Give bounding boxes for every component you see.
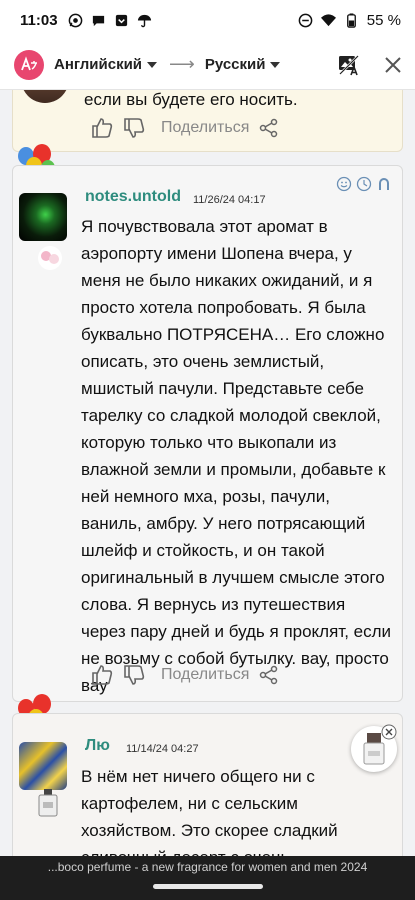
arrow-right-icon: ⟶ [169, 54, 195, 74]
review-date: 11/14/24 04:27 [126, 743, 199, 755]
status-time: 11:03 [20, 11, 58, 29]
battery-icon [346, 12, 356, 28]
review-text: Я почувствовала этот аромат в аэропорту … [81, 217, 392, 695]
reviews-page: если вы будете его носить. Поделиться no… [0, 90, 415, 856]
share-icon[interactable] [259, 118, 279, 138]
dnd-icon [298, 13, 313, 27]
review-text: если вы будете его носить. [84, 90, 298, 109]
translate-toolbar: Английский ⟶ Русский [0, 40, 415, 90]
share-icon[interactable] [259, 665, 279, 685]
review-date: 11/26/24 04:17 [193, 194, 266, 206]
battery-percent: 55 % [366, 11, 401, 29]
clock-icon [356, 176, 372, 192]
chevron-down-icon [147, 61, 158, 68]
review-text: В нём нет ничего общего ни с картофелем,… [81, 767, 338, 856]
umbrella-icon [137, 14, 151, 27]
thumbs-up-icon[interactable] [91, 664, 113, 686]
close-icon[interactable] [383, 55, 403, 75]
username[interactable]: Лю [85, 737, 110, 755]
share-label[interactable]: Поделиться [161, 666, 249, 684]
bottom-caption-bar: ...boco perfume - a new fragrance for wo… [0, 856, 415, 900]
whatsapp-icon [68, 13, 82, 27]
share-label[interactable]: Поделиться [161, 119, 249, 137]
target-language-select[interactable]: Русский [205, 56, 281, 73]
thumbs-down-icon[interactable] [123, 117, 145, 139]
avatar [21, 90, 69, 103]
thumbs-down-icon[interactable] [123, 664, 145, 686]
badge-icon [38, 246, 62, 270]
status-system-icons: 55 % [298, 12, 401, 29]
magnet-icon [379, 178, 389, 190]
thumbs-up-icon[interactable] [91, 117, 113, 139]
chevron-down-icon [270, 61, 281, 68]
review-actions: Поделиться [91, 117, 279, 139]
source-language-label: Английский [54, 56, 143, 73]
avatar[interactable] [19, 193, 67, 241]
review-card: если вы будете его носить. Поделиться [12, 90, 403, 152]
close-icon[interactable] [381, 724, 397, 740]
status-notification-icons [68, 13, 152, 28]
status-bar: 11:03 55 % [0, 0, 415, 40]
bottom-caption: ...boco perfume - a new fragrance for wo… [47, 860, 368, 874]
chat-icon [92, 15, 104, 26]
smile-icon [336, 176, 352, 192]
reaction-icons [336, 176, 392, 192]
translate-app-icon[interactable] [14, 49, 44, 80]
inbox-icon [115, 14, 127, 26]
review-actions: Поделиться [91, 664, 279, 686]
translate-glyph-icon [21, 55, 37, 70]
perfume-bottle-icon [38, 789, 58, 817]
avatar[interactable] [19, 742, 67, 790]
wifi-icon [320, 13, 336, 26]
image-translate-icon[interactable] [337, 53, 361, 77]
username[interactable]: notes.untold [85, 188, 181, 206]
review-card: Лю 11/14/24 04:27 В нём нет ничего общег… [12, 713, 403, 856]
home-indicator[interactable] [153, 884, 263, 889]
source-language-select[interactable]: Английский [54, 56, 158, 73]
target-language-label: Русский [204, 56, 266, 73]
review-card: notes.untold 11/26/24 04:17 Я почувствов… [12, 165, 403, 702]
